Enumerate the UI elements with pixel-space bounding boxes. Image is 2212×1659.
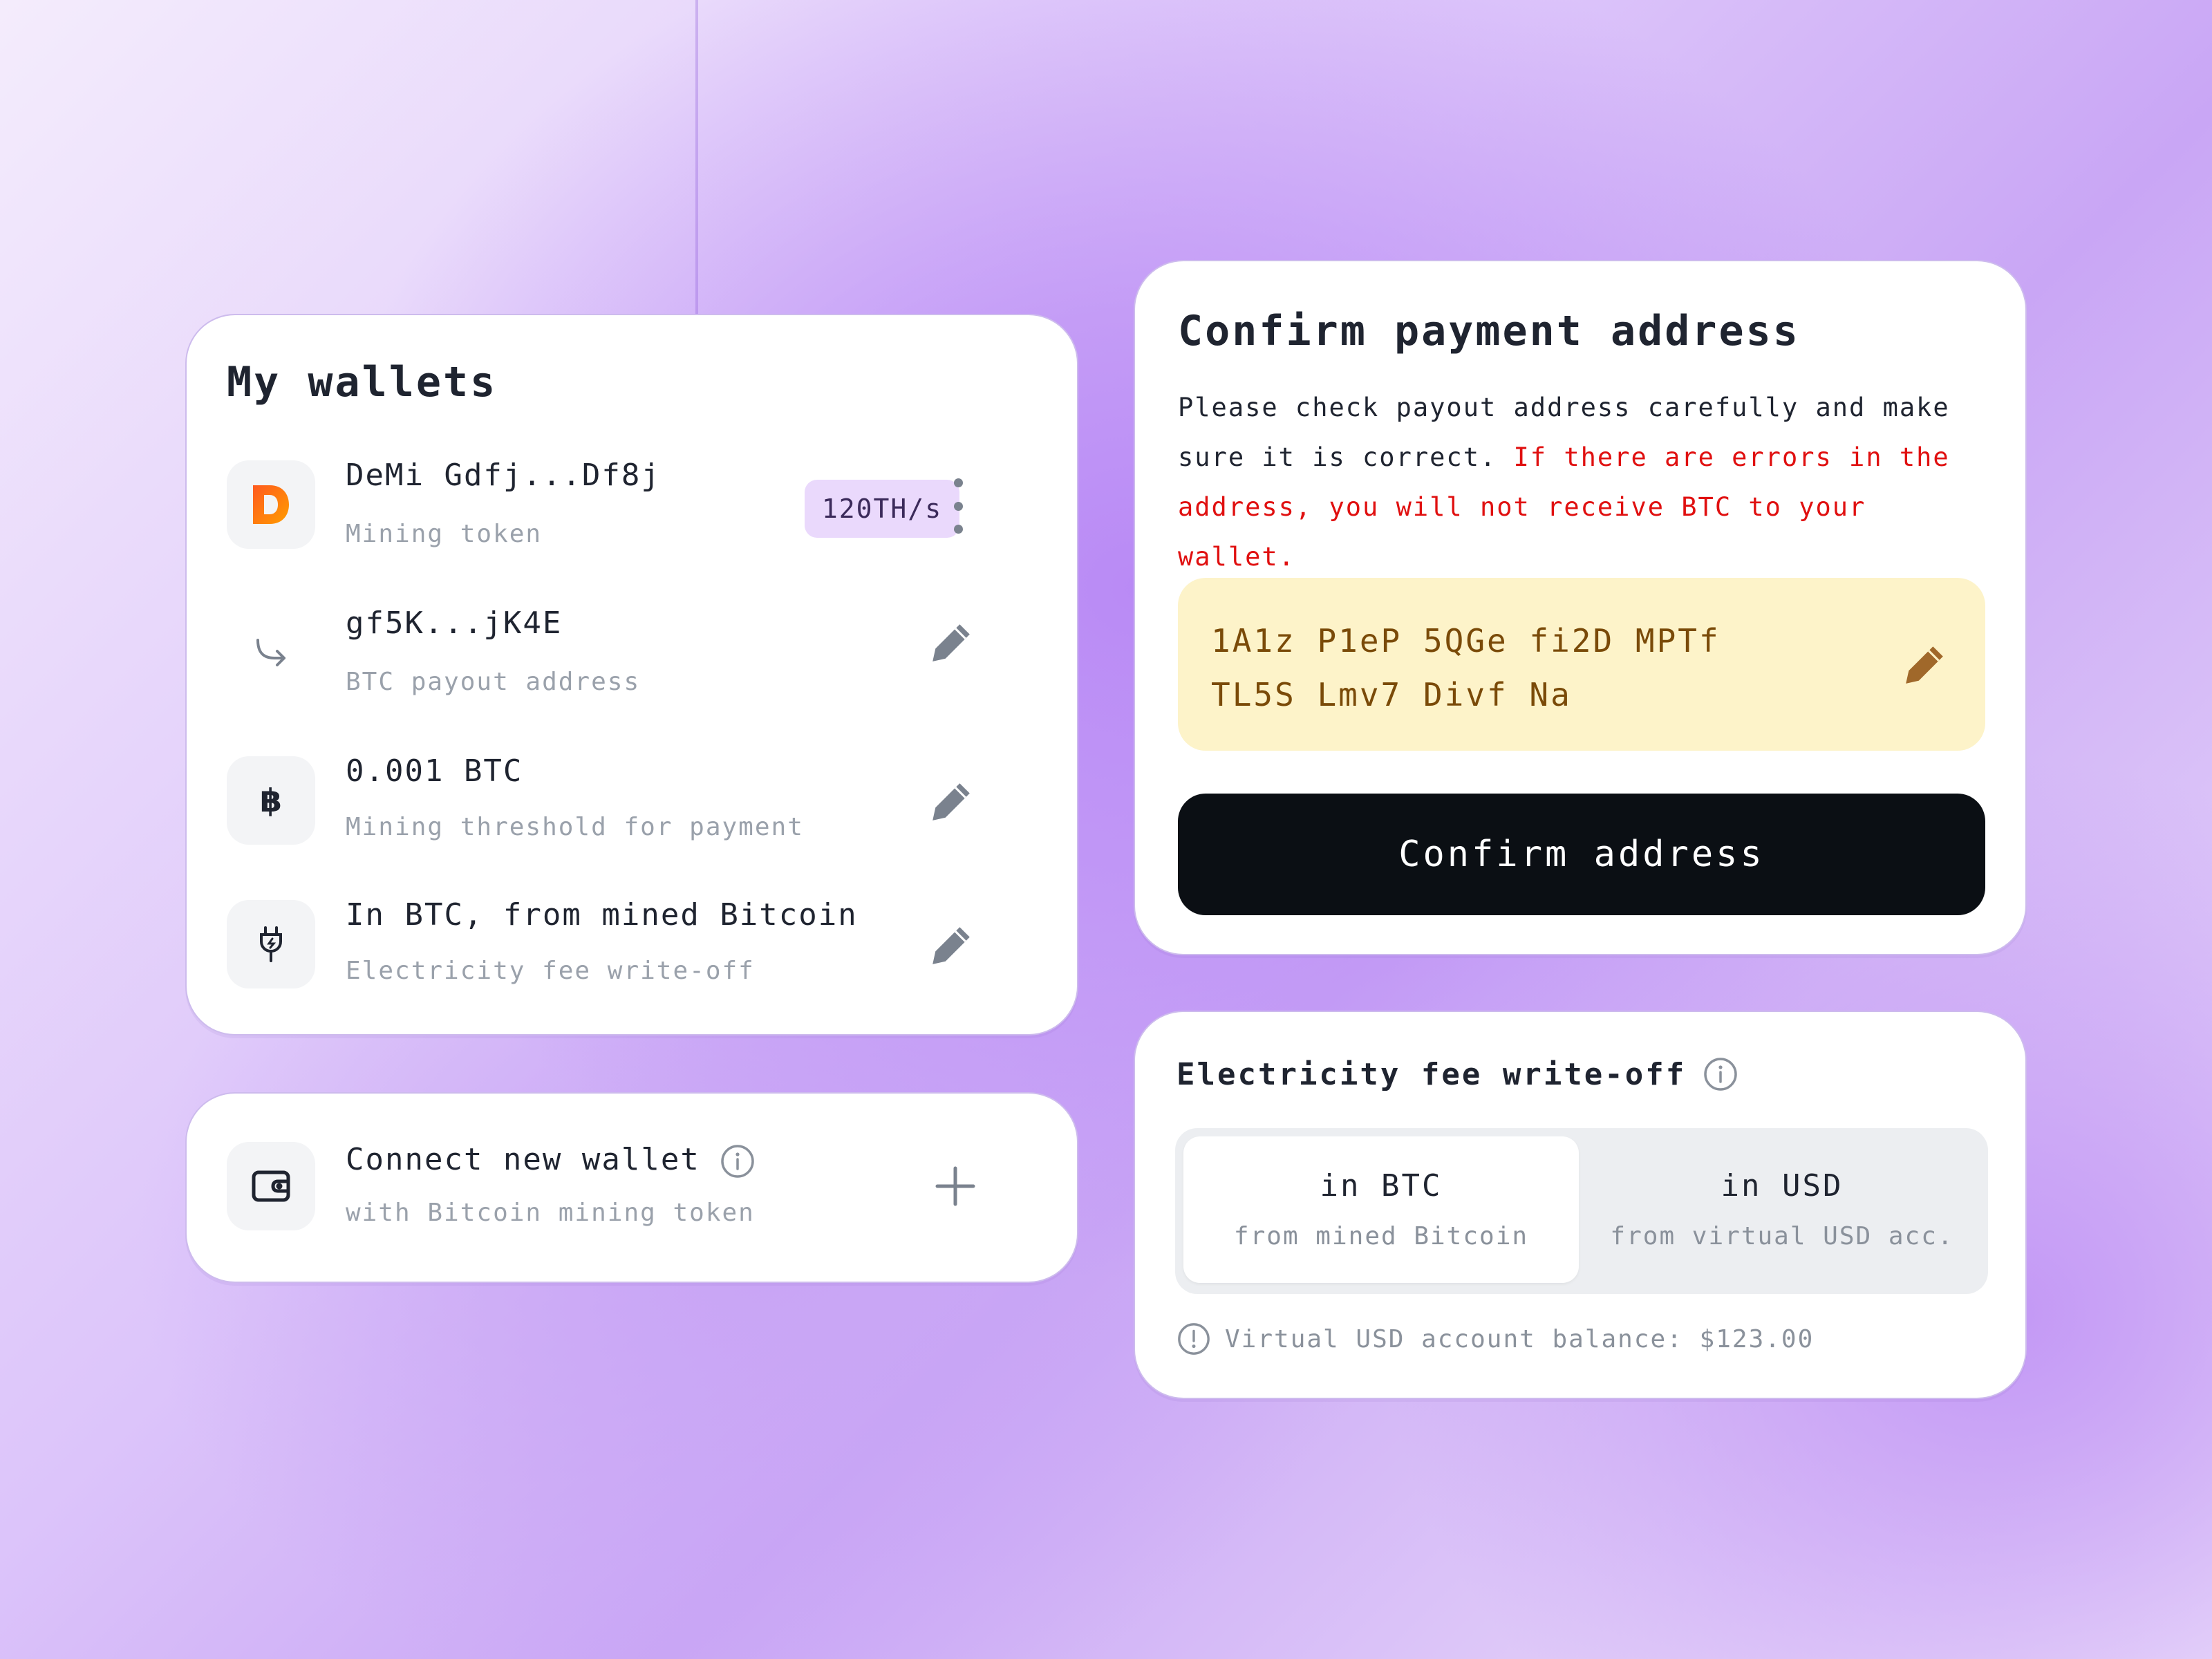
wallet-row-payout-address[interactable]: gf5K...jK4E BTC payout address bbox=[227, 606, 1040, 705]
electricity-fee-title: Electricity fee write-off bbox=[1177, 1056, 1687, 1092]
option-title: in USD bbox=[1721, 1168, 1844, 1203]
confirm-address-card: Confirm payment address Please check pay… bbox=[1134, 260, 2027, 955]
wallet-icon bbox=[227, 1142, 315, 1230]
my-wallets-card: My wallets DeMi Gdfj...Df8j Mining token… bbox=[185, 314, 1078, 1035]
edit-pencil-icon[interactable] bbox=[1897, 637, 1952, 693]
option-title: in BTC bbox=[1320, 1168, 1443, 1203]
electricity-fee-card: Electricity fee write-off in BTC from mi… bbox=[1134, 1011, 2027, 1399]
fee-method: In BTC, from mined Bitcoin bbox=[346, 897, 858, 932]
connect-wallet-subtitle: with Bitcoin mining token bbox=[346, 1199, 755, 1227]
arrow-return-icon bbox=[227, 608, 315, 697]
fee-label: Electricity fee write-off bbox=[346, 957, 755, 985]
bitcoin-icon: ฿ bbox=[227, 756, 315, 845]
option-subtitle: from virtual USD acc. bbox=[1610, 1222, 1954, 1250]
plug-icon bbox=[227, 900, 315, 988]
my-wallets-title: My wallets bbox=[227, 358, 498, 406]
wallet-row-demi[interactable]: DeMi Gdfj...Df8j Mining token 120TH/s bbox=[227, 458, 1040, 557]
fee-currency-segmented-control: in BTC from mined Bitcoin in USD from vi… bbox=[1175, 1128, 1988, 1294]
btc-address: 1A1z P1eP 5QGe fi2D MPTf TL5S Lmv7 Divf N… bbox=[1211, 614, 1721, 722]
connect-wallet-card[interactable]: Connect new wallet with Bitcoin mining t… bbox=[185, 1092, 1078, 1283]
btc-address-line-1: 1A1z P1eP 5QGe fi2D MPTf bbox=[1211, 622, 1721, 659]
demi-logo-icon bbox=[227, 460, 315, 549]
confirm-instructions: Please check payout address carefully an… bbox=[1178, 383, 1994, 582]
threshold-value: 0.001 BTC bbox=[346, 753, 523, 789]
hashrate-badge: 120TH/s bbox=[805, 480, 959, 538]
edit-pencil-icon[interactable] bbox=[924, 615, 979, 671]
more-options-icon[interactable] bbox=[937, 478, 979, 534]
option-in-btc[interactable]: in BTC from mined Bitcoin bbox=[1183, 1136, 1579, 1283]
btc-address-line-2: TL5S Lmv7 Divf Na bbox=[1211, 676, 1572, 713]
background-divider-line bbox=[695, 0, 698, 318]
option-in-usd[interactable]: in USD from virtual USD acc. bbox=[1584, 1136, 1980, 1283]
payout-address: gf5K...jK4E bbox=[346, 606, 563, 641]
add-wallet-plus-icon[interactable] bbox=[928, 1159, 983, 1214]
usd-balance-text: Virtual USD account balance: $123.00 bbox=[1225, 1324, 1815, 1353]
option-subtitle: from mined Bitcoin bbox=[1233, 1222, 1529, 1250]
usd-balance-notice: Virtual USD account balance: $123.00 bbox=[1177, 1322, 1814, 1356]
wallet-type: Mining token bbox=[346, 520, 543, 548]
info-icon[interactable] bbox=[720, 1143, 756, 1179]
wallet-name: DeMi Gdfj...Df8j bbox=[346, 458, 661, 493]
confirm-address-button[interactable]: Confirm address bbox=[1178, 794, 1985, 915]
alert-icon bbox=[1178, 1323, 1210, 1355]
address-box[interactable]: 1A1z P1eP 5QGe fi2D MPTf TL5S Lmv7 Divf N… bbox=[1178, 578, 1985, 751]
payout-address-label: BTC payout address bbox=[346, 668, 641, 696]
info-icon[interactable] bbox=[1703, 1056, 1738, 1092]
threshold-label: Mining threshold for payment bbox=[346, 813, 804, 841]
edit-pencil-icon[interactable] bbox=[924, 774, 979, 830]
connect-wallet-row[interactable]: Connect new wallet with Bitcoin mining t… bbox=[227, 1142, 1040, 1239]
wallet-row-threshold[interactable]: ฿ 0.001 BTC Mining threshold for payment bbox=[227, 753, 1040, 853]
edit-pencil-icon[interactable] bbox=[924, 918, 979, 973]
wallet-row-electricity-fee[interactable]: In BTC, from mined Bitcoin Electricity f… bbox=[227, 897, 1040, 997]
connect-wallet-title: Connect new wallet bbox=[346, 1142, 700, 1177]
confirm-title: Confirm payment address bbox=[1178, 307, 1800, 355]
